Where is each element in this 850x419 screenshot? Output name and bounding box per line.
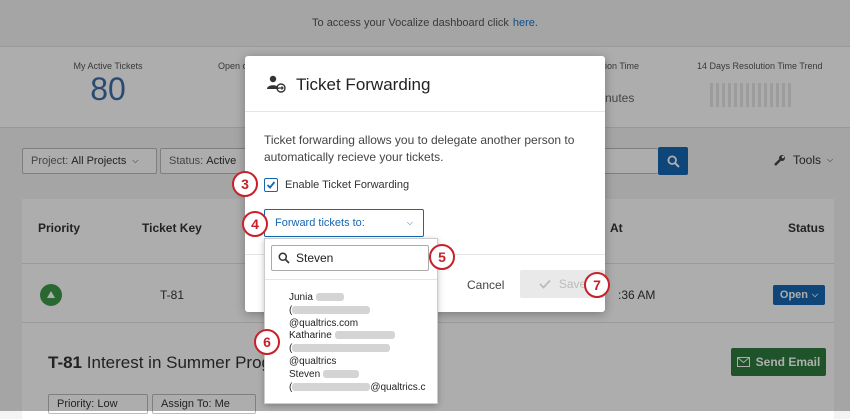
callout-badge: 5 [429,244,455,270]
redacted-text [334,331,395,340]
checkmark-icon [539,279,551,289]
enable-forwarding-label: Enable Ticket Forwarding [285,179,410,191]
list-item-user[interactable]: Junia (@qualtrics.com [289,291,437,330]
cancel-button[interactable]: Cancel [467,278,504,292]
callout-badge: 3 [232,171,258,197]
user-first-name: Junia [289,292,313,303]
enable-forwarding-checkbox[interactable]: Enable Ticket Forwarding [264,178,409,192]
divider [265,279,437,280]
forward-user-dropdown: Steven Junia (@qualtrics.com Katharine (… [264,238,438,404]
modal-description: Ticket forwarding allows you to delegate… [264,133,575,164]
redacted-text [292,306,371,315]
search-icon [278,252,290,264]
divider [245,111,605,112]
redacted-text [292,344,391,353]
redacted-text [292,383,371,392]
checkbox-checked-icon[interactable] [264,178,278,192]
forward-tickets-dropdown[interactable]: Forward tickets to: ⌵ [264,209,424,237]
user-email-suffix: @qualtrics.c [370,382,426,393]
chevron-down-icon: ⌵ [406,218,413,227]
callout-badge: 6 [254,329,280,355]
user-email-suffix: @qualtrics [289,356,337,367]
redacted-text [322,370,359,379]
user-search-input[interactable]: Steven [271,245,429,271]
search-value: Steven [296,251,334,265]
callout-badge: 4 [242,211,268,237]
user-first-name: Katharine [289,330,332,341]
redacted-text [315,293,344,302]
modal-title: Ticket Forwarding [296,75,431,94]
callout-badge: 7 [584,272,610,298]
forward-tickets-label: Forward tickets to: [275,217,365,229]
list-item-user[interactable]: Steven (@qualtrics.c [289,368,437,394]
list-item-user[interactable]: Katharine (@qualtrics [289,329,437,368]
user-email-suffix: @qualtrics.com [289,318,359,329]
user-first-name: Steven [289,369,321,380]
save-label: Save [558,277,587,291]
user-forward-icon [267,74,287,99]
